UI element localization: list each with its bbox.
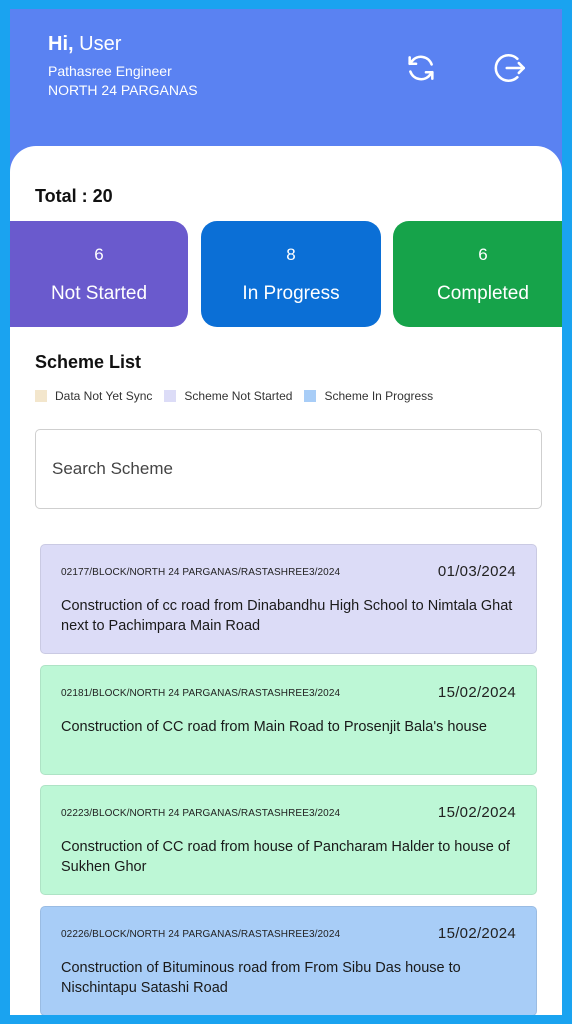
scheme-card[interactable]: 02226/BLOCK/NORTH 24 PARGANAS/RASTASHREE…: [40, 906, 537, 1015]
legend-item-in-progress: Scheme In Progress: [304, 389, 433, 403]
stat-label: In Progress: [242, 283, 340, 304]
legend-swatch: [35, 390, 47, 402]
legend-swatch: [164, 390, 177, 402]
scheme-date: 15/02/2024: [437, 804, 516, 821]
scheme-code: 02223/BLOCK/NORTH 24 PARGANAS/RASTASHREE…: [61, 808, 341, 819]
search-box: [35, 429, 542, 509]
logout-icon: [494, 54, 526, 82]
legend: Data Not Yet Sync Scheme Not Started Sch…: [35, 389, 445, 403]
stat-count: 6: [94, 245, 104, 264]
user-district: NORTH 24 PARGANAS: [48, 82, 198, 98]
legend-label: Scheme In Progress: [324, 389, 434, 403]
scheme-card[interactable]: 02177/BLOCK/NORTH 24 PARGANAS/RASTASHREE…: [40, 544, 537, 654]
greeting: Hi, User: [48, 33, 121, 56]
stat-count: 6: [478, 245, 488, 264]
greeting-name: User: [79, 33, 122, 55]
sync-button[interactable]: [404, 51, 438, 85]
scheme-card[interactable]: 02223/BLOCK/NORTH 24 PARGANAS/RASTASHREE…: [40, 785, 537, 895]
scheme-description: Construction of cc road from Dinabandhu …: [61, 598, 513, 634]
legend-item-not-started: Scheme Not Started: [164, 389, 292, 403]
app-header: Hi, User Pathasree Engineer NORTH 24 PAR…: [10, 9, 562, 154]
stat-completed[interactable]: 6 Completed: [393, 221, 562, 327]
stat-count: 8: [286, 245, 296, 264]
legend-label: Data Not Yet Sync: [55, 389, 153, 403]
scheme-code: 02177/BLOCK/NORTH 24 PARGANAS/RASTASHREE…: [61, 567, 341, 578]
scheme-date: 15/02/2024: [437, 925, 516, 942]
scheme-code: 02181/BLOCK/NORTH 24 PARGANAS/RASTASHREE…: [61, 688, 341, 699]
sync-icon: [408, 55, 434, 81]
search-input[interactable]: [36, 430, 541, 508]
scheme-date: 15/02/2024: [437, 684, 516, 701]
scheme-code: 02226/BLOCK/NORTH 24 PARGANAS/RASTASHREE…: [61, 929, 341, 940]
stat-label: Completed: [437, 283, 529, 304]
total-count: Total : 20: [35, 186, 113, 206]
legend-swatch: [304, 390, 317, 402]
greeting-prefix: Hi,: [48, 33, 74, 55]
app-screen: Hi, User Pathasree Engineer NORTH 24 PAR…: [10, 9, 562, 1015]
scheme-card[interactable]: 02181/BLOCK/NORTH 24 PARGANAS/RASTASHREE…: [40, 665, 537, 775]
logout-button[interactable]: [494, 51, 528, 85]
main-content: Total : 20 6 Not Started 8 In Progress 6…: [10, 146, 562, 1015]
scheme-description: Construction of CC road from Main Road t…: [61, 719, 487, 735]
scheme-description: Construction of Bituminous road from Fro…: [61, 960, 461, 996]
user-role: Pathasree Engineer: [48, 63, 172, 79]
scheme-description: Construction of CC road from house of Pa…: [61, 839, 510, 875]
scheme-list-title: Scheme List: [35, 352, 142, 372]
legend-item-not-synced: Data Not Yet Sync: [35, 389, 152, 403]
scheme-date: 01/03/2024: [437, 563, 516, 580]
stat-label: Not Started: [50, 283, 148, 304]
stat-not-started[interactable]: 6 Not Started: [10, 221, 188, 327]
stat-in-progress[interactable]: 8 In Progress: [201, 221, 381, 327]
legend-label: Scheme Not Started: [184, 389, 293, 403]
